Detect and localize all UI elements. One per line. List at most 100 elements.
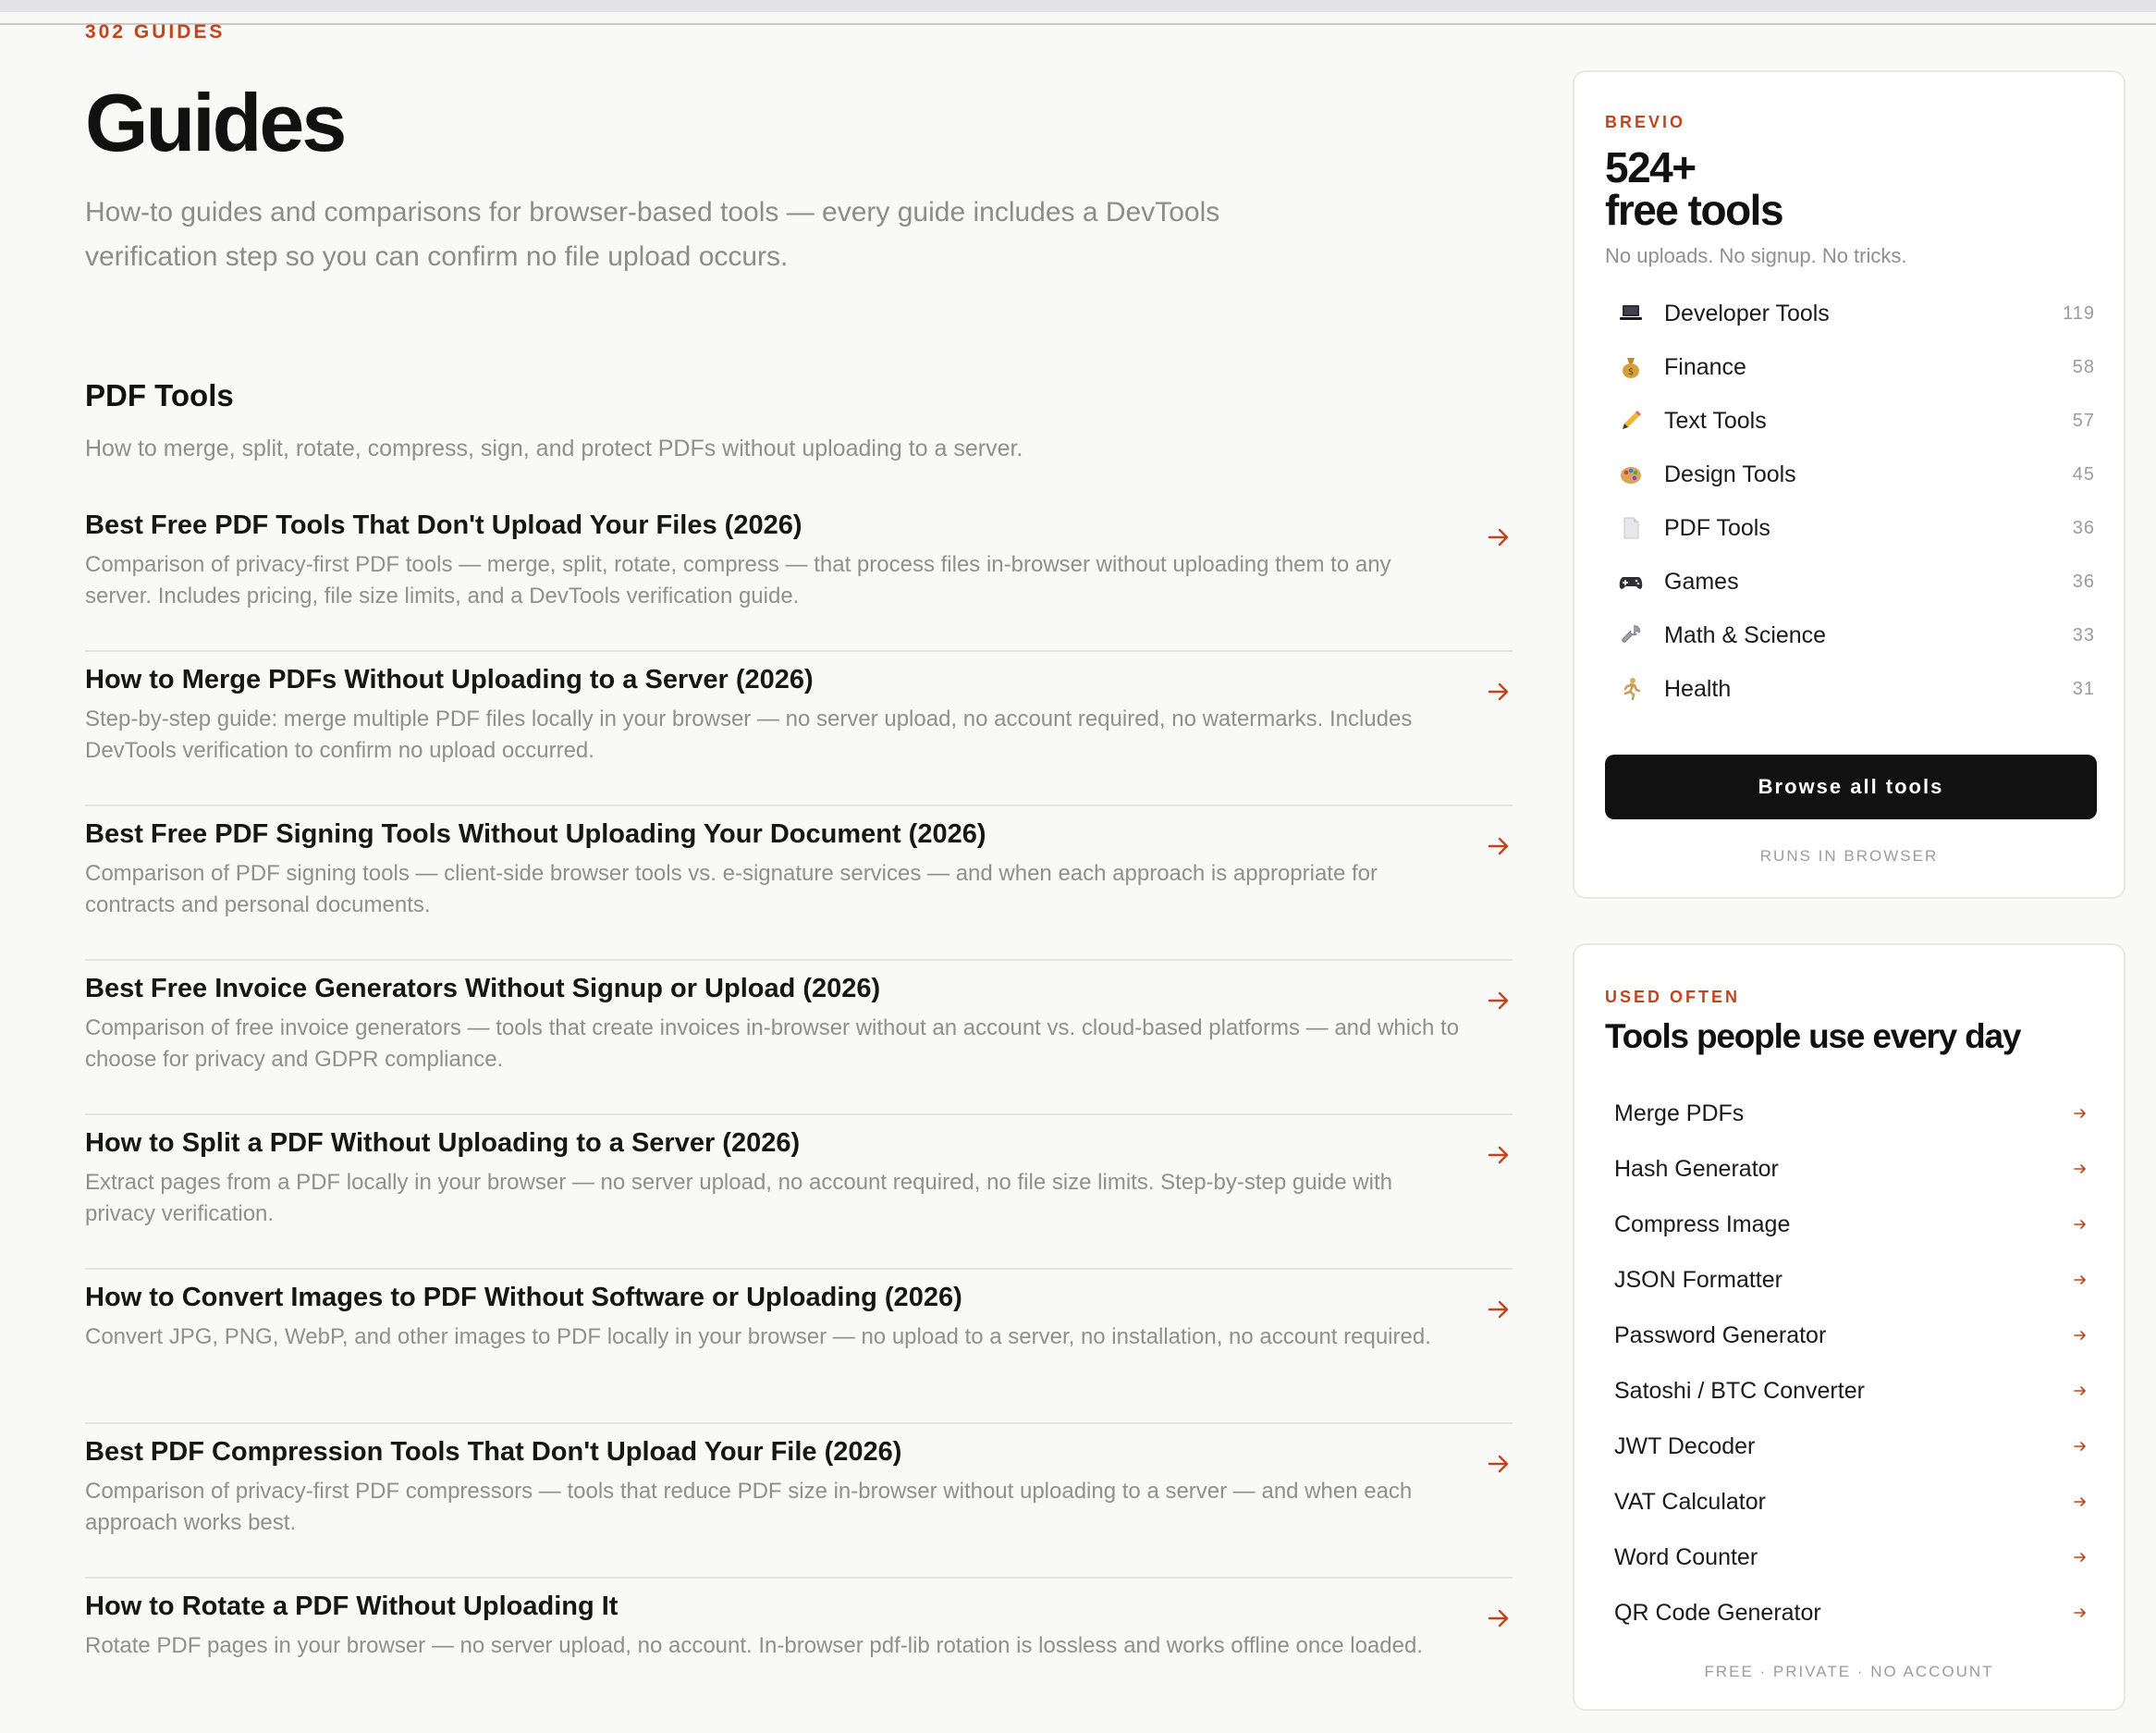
guide-item[interactable]: How to Rotate a PDF Without Uploading It… [85,1579,1513,1733]
tool-link-vat-calculator[interactable]: VAT Calculator [1614,1474,2088,1530]
laptop-icon [1620,305,1642,320]
tool-label: VAT Calculator [1614,1488,1766,1515]
tool-link-jwt-decoder[interactable]: JWT Decoder [1614,1419,2088,1474]
arrow-right-icon[interactable] [1485,832,1513,860]
guide-description: Comparison of privacy-first PDF compress… [85,1479,1413,1535]
popular-tools-list: Merge PDFs Hash Generator Compress Image… [1614,1086,2088,1641]
arrow-right-icon[interactable] [1485,523,1513,551]
category-count: 57 [2072,410,2095,431]
category-item-design-tools[interactable]: Design Tools 45 [1605,448,2095,501]
guide-list: Best Free PDF Tools That Don't Upload Yo… [85,498,1513,1733]
arrow-right-icon[interactable] [1485,987,1513,1014]
category-item-developer-tools[interactable]: Developer Tools 119 [1605,287,2095,340]
tool-count: 524+ [1605,143,1697,191]
category-item-text-tools[interactable]: Text Tools 57 [1605,394,2095,448]
guide-description: Extract pages from a PDF locally in your… [85,1170,1392,1226]
arrow-right-icon[interactable] [1485,678,1513,706]
money-bag-icon: $ [1623,358,1639,378]
category-item-finance[interactable]: $ Finance 58 [1605,340,2095,394]
category-label: Developer Tools [1664,300,1830,326]
arrow-right-icon[interactable] [1485,1296,1513,1323]
guide-title[interactable]: Best Free PDF Signing Tools Without Uplo… [85,816,1472,853]
arrow-right-icon [2074,1442,2086,1451]
guide-item[interactable]: Best PDF Compression Tools That Don't Up… [85,1424,1513,1579]
tool-label: Compress Image [1614,1211,1791,1237]
category-list: Developer Tools 119 $ Finance 58 Text To… [1605,287,2095,716]
main-content: 302 GUIDES Guides How-to guides and comp… [85,20,1513,1733]
guide-item[interactable]: Best Free Invoice Generators Without Sig… [85,961,1513,1115]
runner-icon [1623,678,1641,701]
arrow-right-icon [2074,1553,2086,1562]
arrow-right-icon [2074,1109,2086,1118]
used-often-title: Tools people use every day [1605,1017,2021,1055]
guide-description: Step-by-step guide: merge multiple PDF f… [85,707,1413,763]
arrow-right-icon[interactable] [1485,1141,1513,1169]
guide-item[interactable]: Best Free PDF Signing Tools Without Uplo… [85,806,1513,961]
guide-item[interactable]: Best Free PDF Tools That Don't Upload Yo… [85,498,1513,652]
section-description: How to merge, split, rotate, compress, s… [85,436,1023,461]
page-title: Guides [85,77,347,168]
tool-count-title: 524+ free tools [1605,143,1784,231]
arrow-right-icon [2074,1497,2086,1506]
guide-title[interactable]: How to Convert Images to PDF Without Sof… [85,1279,1472,1316]
tool-link-json-formatter[interactable]: JSON Formatter [1614,1252,2088,1308]
guides-count-kicker: 302 GUIDES [85,21,226,43]
category-count: 45 [2072,463,2095,485]
used-often-card: USED OFTEN Tools people use every day Me… [1573,943,2125,1711]
tool-link-merge-pdfs[interactable]: Merge PDFs [1614,1086,2088,1141]
tool-link-satoshi-btc-converter[interactable]: Satoshi / BTC Converter [1614,1363,2088,1419]
guide-title[interactable]: Best PDF Compression Tools That Don't Up… [85,1433,1472,1470]
runs-in-browser-note: RUNS IN BROWSER [1759,847,1939,865]
category-item-health[interactable]: Health 31 [1605,662,2095,716]
guide-item[interactable]: How to Convert Images to PDF Without Sof… [85,1270,1513,1424]
category-label: Text Tools [1664,407,1767,434]
free-private-note: FREE · PRIVATE · NO ACCOUNT [1704,1663,1994,1680]
guide-title[interactable]: Best Free PDF Tools That Don't Upload Yo… [85,507,1472,544]
tool-link-compress-image[interactable]: Compress Image [1614,1197,2088,1252]
arrow-right-icon[interactable] [1485,1450,1513,1478]
arrow-right-icon [2074,1386,2086,1395]
brand-tagline: No uploads. No signup. No tricks. [1605,244,1907,267]
category-count: 33 [2072,624,2095,645]
category-count: 36 [2072,517,2095,538]
arrow-right-icon[interactable] [1485,1604,1513,1632]
browser-top-bar [0,0,2156,12]
browse-all-tools-button[interactable]: Browse all tools [1605,755,2097,819]
tool-label: Satoshi / BTC Converter [1614,1377,1865,1404]
arrow-right-icon [2074,1164,2086,1174]
tool-link-hash-generator[interactable]: Hash Generator [1614,1141,2088,1197]
guide-description: Rotate PDF pages in your browser — no se… [85,1633,1423,1658]
guide-title[interactable]: How to Split a PDF Without Uploading to … [85,1125,1472,1161]
category-label: Finance [1664,353,1746,380]
category-count: 36 [2072,571,2095,592]
arrow-right-icon [2074,1220,2086,1229]
tool-link-word-counter[interactable]: Word Counter [1614,1530,2088,1585]
tool-label: Password Generator [1614,1321,1827,1348]
guide-item[interactable]: How to Merge PDFs Without Uploading to a… [85,652,1513,806]
category-label: Health [1664,675,1732,702]
category-label: Math & Science [1664,621,1827,648]
tool-label: JSON Formatter [1614,1266,1782,1293]
brand-kicker: BREVIO [1605,113,1686,131]
arrow-right-icon [2074,1608,2086,1617]
guide-title[interactable]: Best Free Invoice Generators Without Sig… [85,970,1472,1007]
palette-icon [1621,467,1641,484]
gamepad-icon [1619,577,1643,589]
tool-link-qr-code-generator[interactable]: QR Code Generator [1614,1585,2088,1641]
svg-text:$: $ [1628,367,1634,377]
tool-label: QR Code Generator [1614,1599,1821,1626]
tool-link-password-generator[interactable]: Password Generator [1614,1308,2088,1363]
guide-title[interactable]: How to Rotate a PDF Without Uploading It [85,1588,1472,1625]
section-title: PDF Tools [85,378,234,412]
guide-title[interactable]: How to Merge PDFs Without Uploading to a… [85,661,1472,698]
category-item-games[interactable]: Games 36 [1605,555,2095,608]
guide-item[interactable]: How to Split a PDF Without Uploading to … [85,1115,1513,1270]
pencil-icon [1623,411,1641,429]
category-label: PDF Tools [1664,514,1770,541]
category-count: 58 [2072,356,2095,377]
category-item-math-science[interactable]: Math & Science 33 [1605,608,2095,662]
wrench-icon [1622,625,1640,643]
category-item-pdf-tools[interactable]: PDF Tools 36 [1605,501,2095,555]
tool-label: JWT Decoder [1614,1432,1756,1459]
used-often-kicker: USED OFTEN [1605,988,1741,1006]
